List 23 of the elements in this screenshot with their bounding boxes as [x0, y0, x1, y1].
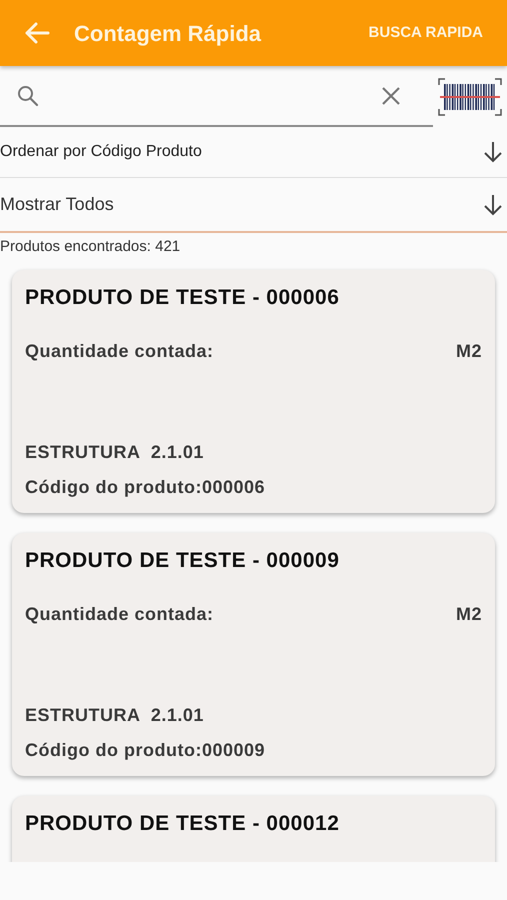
search-icon — [16, 84, 40, 108]
filter-dropdown[interactable]: Mostrar Todos — [0, 178, 507, 233]
product-title: PRODUTO DE TESTE - 000009 — [25, 548, 340, 574]
product-title: PRODUTO DE TESTE - 000012 — [25, 811, 340, 837]
product-card[interactable]: PRODUTO DE TESTE - 000009 Quantidade contada: M2 ESTRUTURA 2.1.01 Código do produto:000009 — [12, 533, 495, 776]
product-code: Código do produto:000006 — [25, 476, 266, 499]
clear-button[interactable] — [381, 86, 401, 106]
arrow-down-icon — [483, 141, 503, 163]
quantity-label: Quantidade contada: — [25, 340, 214, 362]
structure-label: ESTRUTURA 2.1.01 — [25, 704, 205, 727]
sort-dropdown[interactable]: Ordenar por Código Produto — [0, 127, 507, 178]
results-count: Produtos encontrados: 421 — [0, 237, 180, 258]
quantity-label: Quantidade contada: — [25, 602, 214, 626]
arrow-down-icon — [483, 194, 503, 216]
screen-title: Contagem Rápida — [74, 20, 262, 48]
unit-label: M2 — [456, 340, 482, 362]
barcode-scan-button[interactable] — [437, 76, 503, 116]
structure-label: ESTRUTURA 2.1.01 — [25, 441, 205, 464]
product-card[interactable]: PRODUTO DE TESTE - 000012 — [12, 796, 495, 862]
product-code: Código do produto:000009 — [25, 739, 266, 762]
product-card[interactable]: PRODUTO DE TESTE - 000006 Quantidade contada: M2 ESTRUTURA 2.1.01 Código do produto:000006 — [12, 270, 495, 513]
unit-label: M2 — [456, 602, 482, 626]
product-title: PRODUTO DE TESTE - 000006 — [25, 285, 340, 311]
